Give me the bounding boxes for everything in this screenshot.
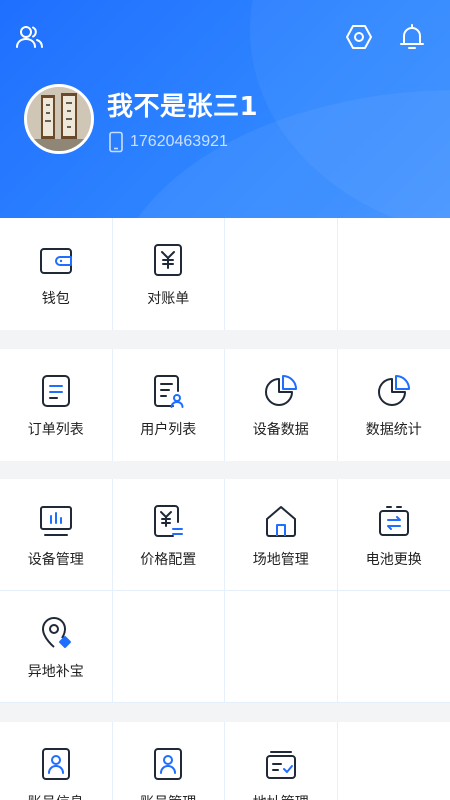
location-icon [41, 617, 71, 648]
phone-row: 17620463921 [108, 130, 228, 154]
pie-chart-icon [264, 375, 297, 406]
menu-item-label: 地址管理 [253, 792, 309, 800]
empty-cell [225, 218, 338, 330]
profile-header: 我不是张三1 17620463921 [0, 0, 450, 218]
menu-item-label: 账号管理 [140, 792, 196, 800]
menu-item-wallet[interactable]: 钱包 [0, 218, 113, 330]
menu-item-account-info[interactable]: 账号信息 [0, 722, 113, 800]
account-card-icon [41, 748, 70, 780]
empty-cell [338, 722, 450, 800]
monitor-icon [39, 506, 72, 536]
menu-item-label: 订单列表 [27, 422, 84, 438]
phone-icon [109, 131, 123, 153]
menu-item-label: 电池更换 [365, 552, 422, 568]
management-section: 设备管理 价格配置 场地管理 电池更换 异地补宝 [0, 479, 450, 703]
menu-item-label: 用户列表 [140, 422, 197, 438]
order-list-icon [41, 375, 70, 407]
finance-section: 钱包 对账单 [0, 218, 450, 330]
menu-item-statement[interactable]: 对账单 [113, 218, 225, 330]
menu-item-label: 设备数据 [252, 422, 309, 438]
menu-item-venue-management[interactable]: 场地管理 [225, 479, 338, 591]
menu-item-label: 对账单 [147, 291, 190, 307]
empty-cell [225, 591, 338, 703]
address-icon [265, 751, 296, 779]
menu-item-label: 数据统计 [365, 422, 422, 438]
menu-item-label: 价格配置 [140, 552, 197, 568]
menu-item-user-list[interactable]: 用户列表 [113, 349, 225, 461]
bell-icon[interactable] [397, 22, 427, 52]
menu-item-remote-replenish[interactable]: 异地补宝 [0, 591, 113, 703]
menu-item-device-data[interactable]: 设备数据 [225, 349, 338, 461]
menu-item-label: 场地管理 [252, 552, 309, 568]
menu-item-price-config[interactable]: 价格配置 [112, 479, 225, 591]
user-list-icon [154, 375, 184, 408]
user-name: 我不是张三1 [107, 92, 259, 122]
settings-icon[interactable] [344, 22, 374, 52]
empty-cell [337, 591, 450, 703]
menu-item-account-management[interactable]: 账号管理 [113, 722, 225, 800]
account-section: 账号信息 账号管理 地址管理 [0, 722, 450, 800]
menu-item-device-management[interactable]: 设备管理 [0, 479, 113, 591]
house-icon [265, 506, 296, 537]
menu-item-label: 设备管理 [27, 552, 84, 568]
avatar[interactable] [24, 84, 94, 154]
empty-cell [338, 218, 450, 330]
battery-swap-icon [378, 506, 409, 536]
empty-cell [112, 591, 225, 703]
pie-chart-icon [377, 375, 410, 406]
menu-item-label: 钱包 [41, 291, 70, 307]
menu-item-address-management[interactable]: 地址管理 [225, 722, 338, 800]
account-card-icon [154, 748, 183, 780]
users-icon[interactable] [15, 22, 45, 52]
menu-item-statistics[interactable]: 数据统计 [338, 349, 450, 461]
data-section: 订单列表 用户列表 设备数据 数据统计 [0, 349, 450, 461]
menu-item-battery-swap[interactable]: 电池更换 [337, 479, 450, 591]
menu-item-label: 账号信息 [28, 792, 84, 800]
phone-number: 17620463921 [130, 133, 228, 150]
menu-item-label: 异地补宝 [27, 664, 84, 680]
price-icon [154, 505, 184, 537]
statement-icon [154, 244, 183, 276]
wallet-icon [39, 248, 72, 274]
menu-item-order-list[interactable]: 订单列表 [0, 349, 113, 461]
